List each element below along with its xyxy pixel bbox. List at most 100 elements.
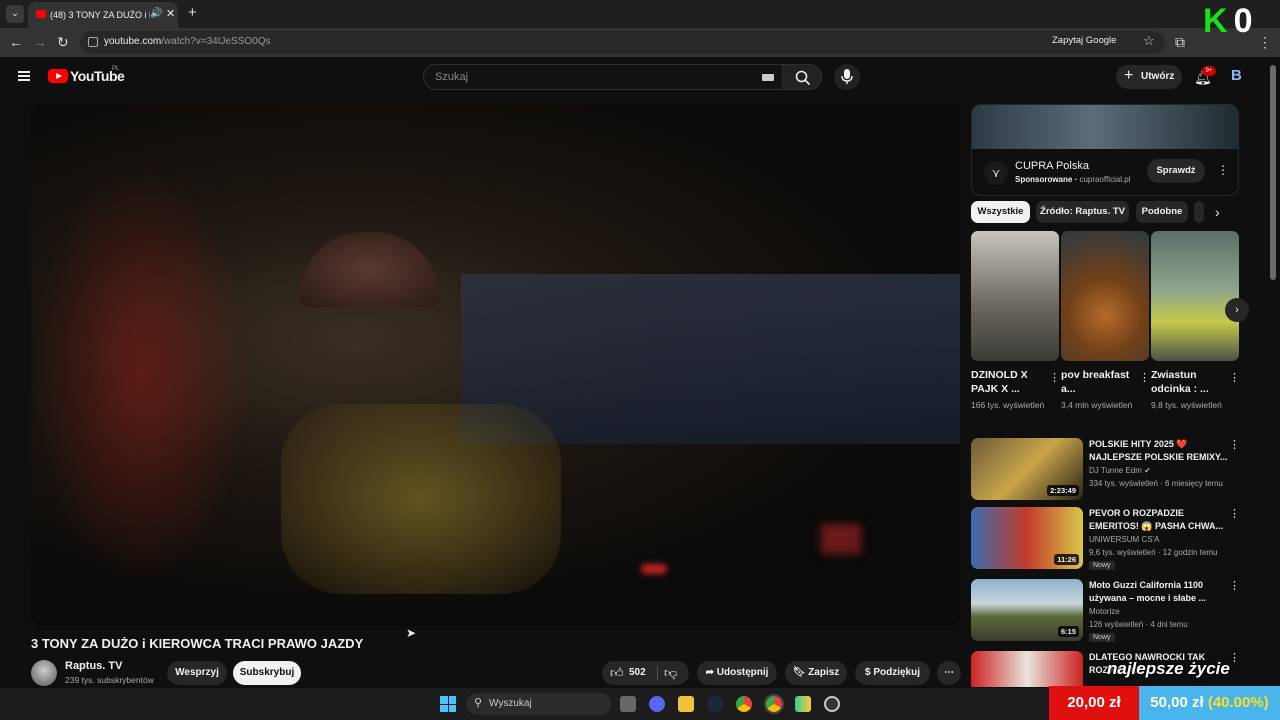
discord-icon[interactable]: [649, 696, 665, 712]
app-icon[interactable]: [795, 696, 811, 712]
ad-advertiser-name[interactable]: CUPRA Polska: [1015, 160, 1089, 172]
verified-icon: ✔︎: [1144, 466, 1151, 475]
ad-more-icon[interactable]: ⋮: [1217, 163, 1229, 177]
region-code: PL: [112, 66, 120, 72]
video-channel[interactable]: UNIWERSUM CS'A: [1089, 535, 1159, 544]
video-title[interactable]: POLSKIE HITY 2025 ❤️ NAJLEPSZE POLSKIE R…: [1089, 438, 1229, 464]
related-video[interactable]: 11:26 PEVOR O ROZPADZIE EMERITOS! 😱 PASH…: [971, 507, 1240, 571]
short-item[interactable]: DZINOLD X PAJK X ... 166 tys. wyświetleń…: [971, 231, 1060, 410]
subscribe-button[interactable]: Subskrybuj: [233, 661, 301, 685]
back-icon[interactable]: ←: [9, 34, 23, 50]
short-item[interactable]: pov breakfast a... 3,4 mln wyświetleń ⋮: [1061, 231, 1150, 410]
short-thumbnail[interactable]: [1151, 231, 1239, 361]
windows-start-icon[interactable]: [440, 696, 456, 712]
tab-search-button[interactable]: ⌄: [6, 5, 24, 23]
video-duration: 11:26: [1054, 554, 1079, 565]
extensions-icon[interactable]: ⧉: [1175, 34, 1185, 51]
ask-google-button[interactable]: Zapytaj Google: [1052, 35, 1116, 46]
chip-from-channel[interactable]: Źródło: Raptus. TV: [1036, 201, 1129, 223]
channel-name[interactable]: Raptus. TV: [65, 660, 122, 672]
chip-related[interactable]: Podobne: [1136, 201, 1188, 223]
save-button[interactable]: 🔖︎ Zapisz: [785, 661, 847, 685]
video-thumbnail[interactable]: [971, 651, 1083, 687]
like-count[interactable]: 502: [629, 661, 646, 685]
video-frame-red-glow: [31, 164, 251, 584]
create-label: Utwórz: [1141, 71, 1175, 82]
chrome-menu-icon[interactable]: ⋮: [1258, 34, 1272, 51]
bookmark-star-icon[interactable]: ☆: [1143, 33, 1155, 49]
video-thumbnail[interactable]: 11:26: [971, 507, 1083, 569]
taskbar-search[interactable]: ⚲ Wyszukaj: [466, 693, 611, 715]
short-views: 3,4 mln wyświetleń: [1061, 400, 1133, 410]
video-player[interactable]: [31, 104, 960, 626]
file-explorer-icon[interactable]: [678, 696, 694, 712]
short-more-icon[interactable]: ⋮: [1139, 371, 1150, 384]
video-frame-vest: [281, 404, 561, 594]
video-meta: 334 tys. wyświetleń · 6 miesięcy temu: [1089, 479, 1223, 488]
steam-icon[interactable]: [707, 696, 723, 712]
video-channel[interactable]: Motorize: [1089, 607, 1120, 616]
video-thumbnail[interactable]: 6:15: [971, 579, 1083, 641]
browser-tab[interactable]: (48) 3 TONY ZA DUŻO i KIE 🔊 ✕: [28, 2, 178, 28]
more-actions-button[interactable]: ⋯: [937, 661, 961, 685]
thanks-button[interactable]: $ Podziękuj: [855, 661, 930, 685]
menu-icon[interactable]: [18, 71, 30, 81]
video-more-icon[interactable]: ⋮: [1229, 438, 1240, 451]
like-icon[interactable]: 👍︎: [610, 661, 624, 685]
related-video[interactable]: 6:15 Moto Guzzi California 1100 używana …: [971, 579, 1240, 643]
thanks-label: Podziękuj: [873, 667, 921, 678]
ad-cta-button[interactable]: Sprawdź: [1147, 159, 1205, 183]
ad-sponsored-label: Sponsorowane · cupraofficial.pl: [1015, 175, 1131, 184]
video-title[interactable]: Moto Guzzi California 1100 używana – moc…: [1089, 579, 1229, 605]
short-more-icon[interactable]: ⋮: [1229, 371, 1240, 384]
short-thumbnail[interactable]: [971, 231, 1059, 361]
speaker-icon[interactable]: 🔊: [150, 8, 162, 19]
omnibox[interactable]: youtube.com/watch?v=34tJeSSO0Qs Zapytaj …: [80, 31, 1165, 54]
account-avatar[interactable]: B: [1231, 67, 1249, 85]
video-meta: 126 wyświetleń · 4 dni temu: [1089, 620, 1188, 629]
short-title[interactable]: Zwiastun odcinka : ...: [1151, 368, 1223, 396]
dislike-icon[interactable]: 👎︎: [664, 661, 677, 685]
video-frame-light: [641, 564, 667, 574]
reload-icon[interactable]: ↻: [57, 34, 69, 51]
sponsored-ad-card[interactable]: ⋎ CUPRA Polska Sponsorowane · cupraoffic…: [971, 104, 1239, 196]
app-icon[interactable]: [824, 696, 840, 712]
voice-search-button[interactable]: [834, 64, 860, 90]
close-tab-icon[interactable]: ✕: [166, 7, 175, 20]
support-button[interactable]: Wesprzyj: [167, 661, 227, 685]
new-tab-button[interactable]: +: [188, 4, 197, 21]
channel-avatar[interactable]: [31, 660, 57, 686]
chip-all[interactable]: Wszystkie: [971, 201, 1030, 223]
video-more-icon[interactable]: ⋮: [1229, 651, 1239, 664]
video-more-icon[interactable]: ⋮: [1229, 579, 1240, 592]
short-title[interactable]: pov breakfast a...: [1061, 368, 1133, 396]
page-scrollbar[interactable]: [1270, 65, 1276, 280]
create-button[interactable]: + Utwórz: [1116, 65, 1182, 89]
search-input[interactable]: Szukaj: [423, 64, 783, 90]
chip-more[interactable]: [1194, 201, 1204, 223]
share-button[interactable]: ➦ Udostępnij: [697, 661, 777, 685]
video-title[interactable]: PEVOR O ROZPADZIE EMERITOS! 😱 PASHA CHWA…: [1089, 507, 1229, 533]
video-more-icon[interactable]: ⋮: [1229, 507, 1240, 520]
short-more-icon[interactable]: ⋮: [1049, 371, 1060, 384]
ad-image[interactable]: [972, 105, 1238, 149]
video-channel[interactable]: DJ Tunne Edm ✔︎: [1089, 466, 1151, 475]
task-view-icon[interactable]: [620, 696, 636, 712]
stream-price-blue: 50,00 zł (40.00%): [1139, 686, 1280, 720]
forward-icon[interactable]: →: [33, 34, 47, 50]
short-title[interactable]: DZINOLD X PAJK X ...: [971, 368, 1043, 396]
chevron-right-icon[interactable]: ›: [1215, 204, 1220, 220]
chrome-icon[interactable]: [736, 696, 752, 712]
shorts-next-button[interactable]: ›: [1225, 298, 1249, 322]
short-item[interactable]: Zwiastun odcinka : ... 9,8 tys. wyświetl…: [1151, 231, 1240, 410]
chrome-profile-icon[interactable]: [764, 694, 784, 714]
search-button[interactable]: [782, 64, 822, 90]
microphone-icon: [841, 69, 853, 84]
related-video[interactable]: 2:23:49 POLSKIE HITY 2025 ❤️ NAJLEPSZE P…: [971, 438, 1240, 502]
youtube-logo-icon[interactable]: [48, 69, 68, 83]
site-info-icon[interactable]: [88, 37, 98, 47]
keyboard-icon[interactable]: [762, 74, 774, 81]
short-thumbnail[interactable]: [1061, 231, 1149, 361]
youtube-header: YouTube PL Szukaj + Utwórz 🔔︎ 9+ B: [0, 57, 1280, 99]
video-thumbnail[interactable]: 2:23:49: [971, 438, 1083, 500]
